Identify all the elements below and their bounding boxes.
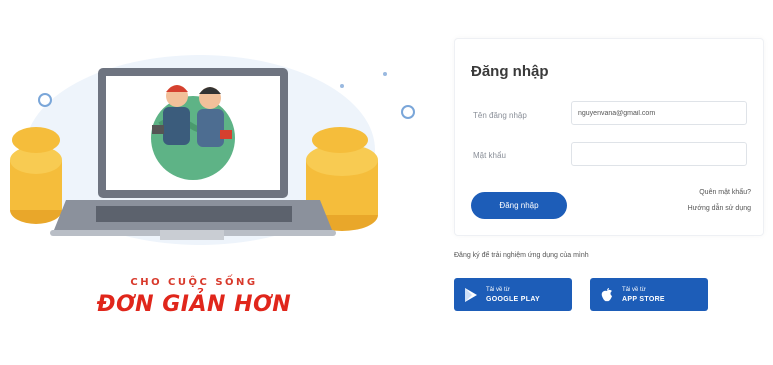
app-store-button[interactable]: Tải về từ APP STORE <box>590 278 708 311</box>
login-button[interactable]: Đăng nhập <box>471 192 567 219</box>
password-label: Mật khẩu <box>473 151 506 160</box>
google-play-icon <box>465 287 477 302</box>
forgot-password-link[interactable]: Quên mật khẩu? <box>699 189 751 196</box>
google-play-button[interactable]: Tải về từ GOOGLE PLAY <box>454 278 572 311</box>
apple-icon <box>601 287 612 301</box>
hero-illustration: CHO CUỘC SỐNG ĐƠN GIẢN HƠN <box>0 0 430 365</box>
slogan-title: ĐƠN GIẢN HƠN <box>96 292 292 317</box>
slogan-subtitle: CHO CUỘC SỐNG <box>130 277 258 288</box>
login-title: Đăng nhập <box>471 63 549 80</box>
google-play-small-text: Tải về từ <box>486 286 510 293</box>
app-download-note: Đăng ký để trải nghiệm ứng dụng của mình <box>454 252 589 259</box>
username-input[interactable] <box>571 101 747 125</box>
login-card: Đăng nhập Tên đăng nhập Mật khẩu Đăng nh… <box>454 38 764 236</box>
password-input[interactable] <box>571 142 747 166</box>
laptop-illustration <box>10 55 415 245</box>
user-guide-link[interactable]: Hướng dẫn sử dụng <box>688 205 751 212</box>
app-store-small-text: Tải về từ <box>622 286 646 293</box>
coin-stack-left-icon <box>10 127 62 224</box>
google-play-label: GOOGLE PLAY <box>486 295 540 303</box>
app-store-label: APP STORE <box>622 295 665 303</box>
username-label: Tên đăng nhập <box>473 111 527 120</box>
